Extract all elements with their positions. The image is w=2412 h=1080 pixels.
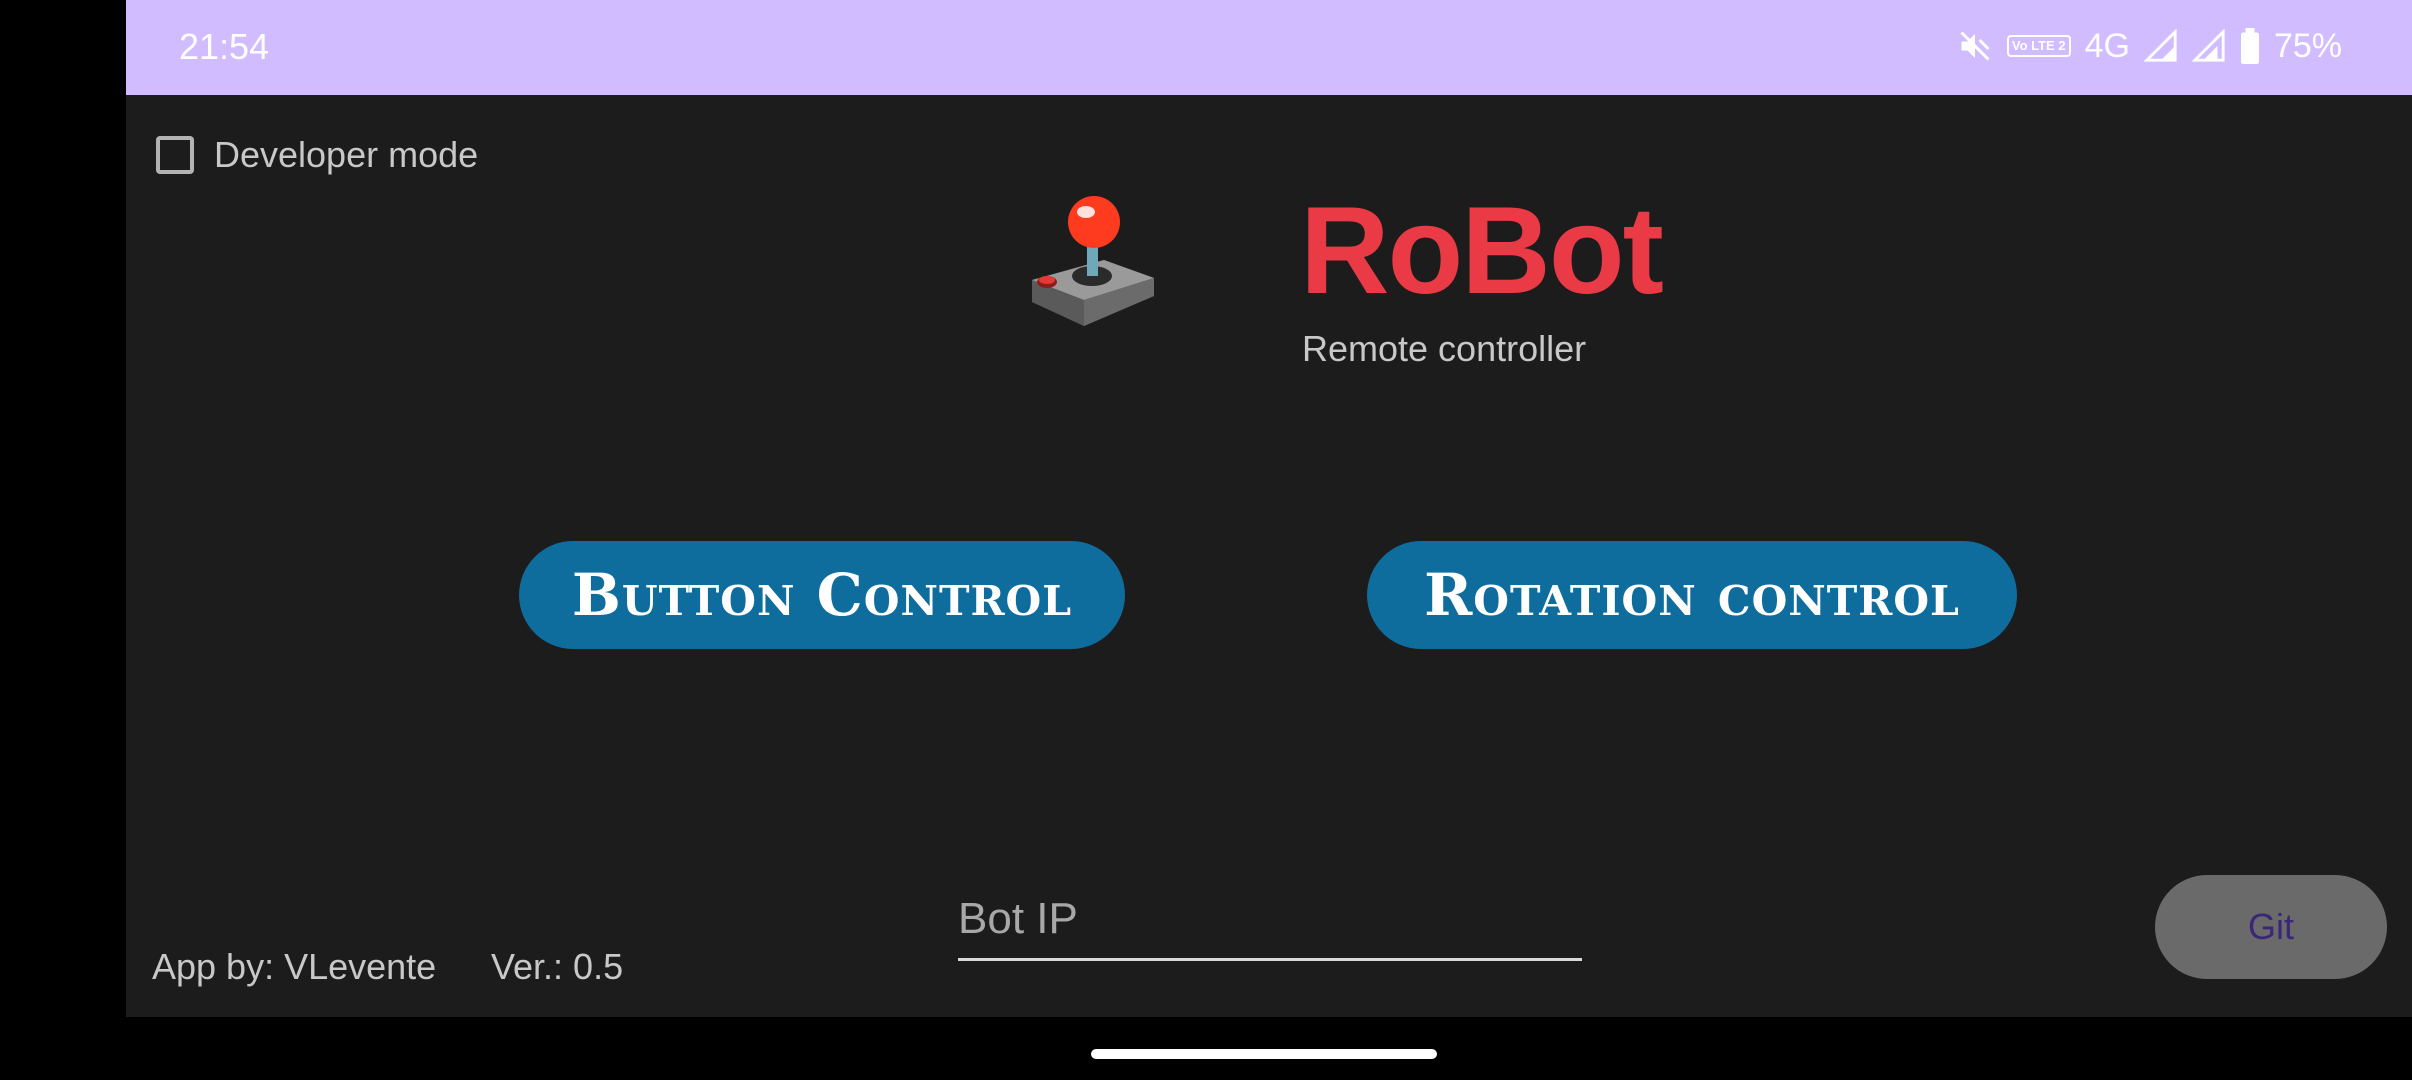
status-time: 21:54: [179, 26, 270, 67]
status-icons: Vo LTE 2 4G 75%: [1957, 24, 2342, 68]
app-title: RoBot: [1300, 182, 1664, 320]
bot-ip-field[interactable]: [958, 880, 1582, 961]
app-logo: RoBot Remote controller: [1014, 182, 1664, 380]
app-screen: 21:54 Vo LTE 2 4G 75% Developer mode RoB…: [126, 0, 2412, 1017]
battery-icon: [2240, 28, 2259, 64]
network-type: 4G: [2084, 26, 2130, 65]
version-label: Ver.: 0.5: [491, 946, 624, 987]
signal-icon: [2191, 29, 2225, 62]
battery-percent: 75%: [2273, 26, 2342, 65]
developer-mode-label: Developer mode: [214, 134, 479, 175]
git-button[interactable]: Git: [2155, 875, 2387, 979]
joystick-icon: [1032, 196, 1154, 326]
app-subtitle: Remote controller: [1302, 328, 1587, 369]
developer-mode-checkbox[interactable]: Developer mode: [156, 134, 478, 176]
signal-icon: [2143, 29, 2177, 62]
rotation-control-button[interactable]: Rotation control: [1367, 541, 2017, 649]
volte-icon: Vo LTE 2: [2006, 35, 2071, 57]
checkbox-box[interactable]: [156, 136, 194, 174]
bot-ip-input[interactable]: [958, 880, 1582, 958]
button-control-button[interactable]: Button Control: [519, 541, 1125, 649]
status-bar: 21:54 Vo LTE 2 4G 75%: [126, 0, 2412, 95]
author-label: App by: VLevente: [152, 946, 437, 987]
mute-icon: [1960, 31, 1990, 61]
home-indicator[interactable]: [1091, 1049, 1437, 1059]
